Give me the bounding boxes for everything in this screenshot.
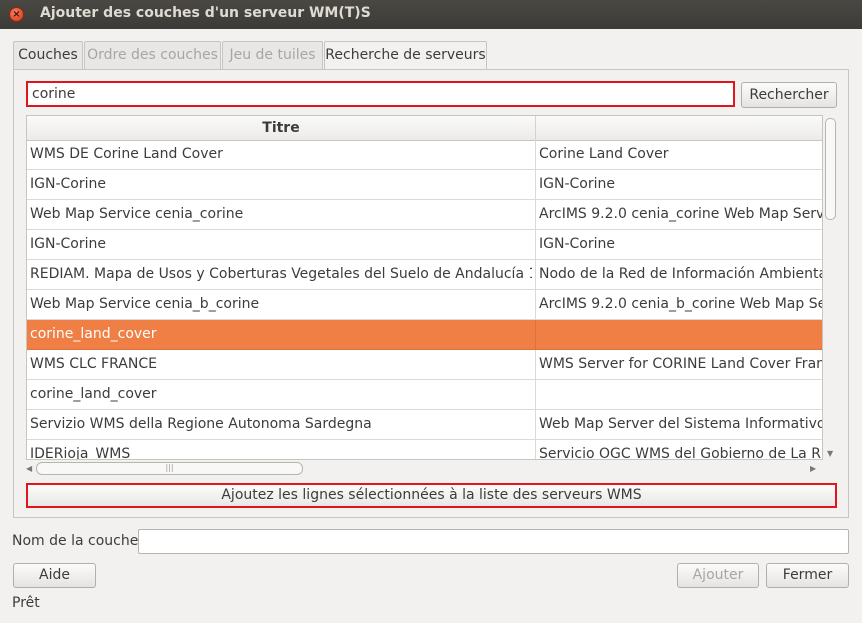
cell-description: Nodo de la Red de Información Ambiental … <box>535 260 822 289</box>
table-row[interactable]: Web Map Service cenia_corine ArcIMS 9.2.0… <box>27 200 822 230</box>
cell-description: Corine Land Cover <box>535 140 822 169</box>
tab-ordre-des-couches: Ordre des couches <box>84 41 221 69</box>
tab-jeu-de-tuiles: Jeu de tuiles <box>222 41 323 69</box>
cell-description: Servicio OGC WMS del Gobierno de La Rioj… <box>535 440 822 459</box>
cell-title: Web Map Service cenia_b_corine <box>30 296 260 312</box>
window-title: Ajouter des couches d'un serveur WM(T)S <box>40 5 371 21</box>
search-field-wrapper <box>26 81 735 107</box>
cell-description <box>535 320 822 349</box>
vertical-scrollbar[interactable]: ▼ <box>823 115 838 460</box>
cell-title: WMS DE Corine Land Cover <box>30 146 223 162</box>
status-text: Prêt <box>12 595 40 611</box>
cell-description: WMS Server for CORINE Land Cover France <box>535 350 822 379</box>
cell-title: Servizio WMS della Regione Autonoma Sard… <box>30 416 372 432</box>
cell-title: WMS CLC FRANCE <box>30 356 157 372</box>
cell-description: IGN-Corine <box>535 230 822 259</box>
layer-name-label: Nom de la couche <box>12 533 139 549</box>
add-selected-rows-button[interactable]: Ajoutez les lignes sélectionnées à la li… <box>26 483 837 508</box>
help-button[interactable]: Aide <box>13 563 96 588</box>
layer-name-input[interactable] <box>138 529 849 554</box>
horizontal-scroll-thumb[interactable]: ||| <box>36 462 303 475</box>
close-button[interactable]: Fermer <box>766 563 849 588</box>
table-row[interactable]: IGN-Corine IGN-Corine <box>27 230 822 260</box>
scroll-down-arrow-icon[interactable]: ▼ <box>827 449 833 458</box>
title-bar: × Ajouter des couches d'un serveur WM(T)… <box>0 0 862 29</box>
vertical-scroll-thumb[interactable] <box>825 118 836 220</box>
table-row[interactable]: REDIAM. Mapa de Usos y Coberturas Vegeta… <box>27 260 822 290</box>
cell-title: Web Map Service cenia_corine <box>30 206 244 222</box>
cell-description <box>535 380 822 409</box>
search-input[interactable] <box>28 83 733 105</box>
add-layer-button: Ajouter <box>677 563 759 588</box>
cell-description: IGN-Corine <box>535 170 822 199</box>
table-row[interactable]: WMS CLC FRANCE WMS Server for CORINE Land… <box>27 350 822 380</box>
cell-title: IDERioja_WMS <box>30 446 131 460</box>
table-row[interactable]: Servizio WMS della Regione Autonoma Sard… <box>27 410 822 440</box>
search-button[interactable]: Rechercher <box>741 82 837 108</box>
cell-title: REDIAM. Mapa de Usos y Coberturas Vegeta… <box>30 266 532 282</box>
table-header: Titre <box>27 116 822 141</box>
table-row[interactable]: corine_land_cover <box>27 320 822 350</box>
tab-recherche-de-serveurs[interactable]: Recherche de serveurs <box>324 41 487 70</box>
cell-description: Web Map Server del Sistema Informativo T… <box>535 410 822 439</box>
table-row[interactable]: IDERioja_WMS Servicio OGC WMS del Gobiern… <box>27 440 822 460</box>
servers-table: Titre WMS DE Corine Land Cover Corine Lan… <box>26 115 823 460</box>
tab-couches[interactable]: Couches <box>13 41 83 69</box>
column-header-titre[interactable]: Titre <box>27 116 536 140</box>
table-row[interactable]: Web Map Service cenia_b_corine ArcIMS 9.2… <box>27 290 822 320</box>
table-row[interactable]: IGN-Corine IGN-Corine <box>27 170 822 200</box>
horizontal-scrollbar[interactable]: ◀ ||| ▶ <box>26 460 823 478</box>
scroll-right-arrow-icon[interactable]: ▶ <box>810 464 816 473</box>
scroll-left-arrow-icon[interactable]: ◀ <box>26 464 32 473</box>
table-row[interactable]: WMS DE Corine Land Cover Corine Land Cove… <box>27 140 822 170</box>
table-row[interactable]: corine_land_cover <box>27 380 822 410</box>
cell-title: corine_land_cover <box>30 326 157 342</box>
cell-title: corine_land_cover <box>30 386 157 402</box>
cell-title: IGN-Corine <box>30 236 106 252</box>
cell-description: ArcIMS 9.2.0 cenia_b_corine Web Map Serv… <box>535 290 822 319</box>
close-icon[interactable]: × <box>9 7 24 22</box>
cell-description: ArcIMS 9.2.0 cenia_corine Web Map Servic… <box>535 200 822 229</box>
cell-title: IGN-Corine <box>30 176 106 192</box>
